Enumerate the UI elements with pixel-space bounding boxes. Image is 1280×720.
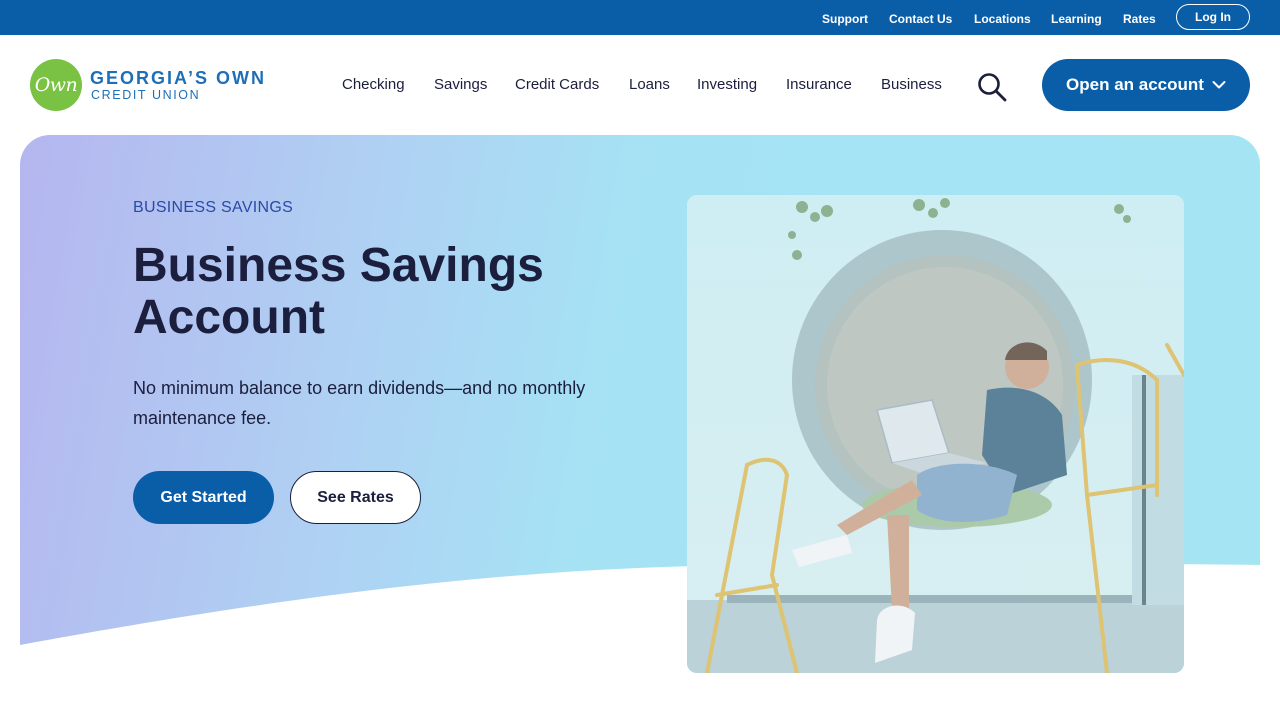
- get-started-button[interactable]: Get Started: [133, 471, 274, 524]
- hero-title: Business Savings Account: [133, 239, 544, 344]
- utility-link-locations[interactable]: Locations: [974, 12, 1031, 26]
- nav-business[interactable]: Business: [881, 76, 942, 93]
- chevron-down-icon: [1212, 81, 1226, 89]
- hero-eyebrow: BUSINESS SAVINGS: [133, 199, 294, 216]
- search-button[interactable]: [976, 71, 1008, 103]
- open-account-label: Open an account: [1066, 75, 1204, 94]
- utility-bar: Support Contact Us Locations Learning Ra…: [0, 0, 1280, 35]
- logo-name: GEORGIA’S OWN: [90, 68, 267, 88]
- logo-subtitle: CREDIT UNION: [91, 88, 201, 102]
- log-in-button[interactable]: Log In: [1176, 4, 1250, 30]
- hero-photo: [687, 195, 1184, 673]
- search-icon: [978, 73, 1007, 102]
- main-header: Own GEORGIA’S OWN CREDIT UNION Checking …: [0, 35, 1280, 135]
- nav-loans[interactable]: Loans: [629, 76, 670, 93]
- open-account-button[interactable]: Open an account: [1042, 59, 1250, 111]
- georgias-own-logo[interactable]: Own GEORGIA’S OWN CREDIT UNION: [30, 59, 280, 111]
- utility-link-contact-us[interactable]: Contact Us: [889, 12, 952, 26]
- nav-insurance[interactable]: Insurance: [786, 76, 852, 93]
- nav-savings[interactable]: Savings: [434, 76, 487, 93]
- hero-photo-illustration: [687, 195, 1184, 673]
- nav-credit-cards[interactable]: Credit Cards: [515, 76, 599, 93]
- utility-link-learning[interactable]: Learning: [1051, 12, 1102, 26]
- logo-mark-text: Own: [34, 74, 78, 96]
- utility-link-support[interactable]: Support: [822, 12, 868, 26]
- nav-checking[interactable]: Checking: [342, 76, 405, 93]
- logo-mark: Own: [30, 59, 82, 111]
- utility-link-rates[interactable]: Rates: [1123, 12, 1156, 26]
- hero-description: No minimum balance to earn dividends—and…: [133, 378, 586, 428]
- nav-investing[interactable]: Investing: [697, 76, 757, 93]
- see-rates-button[interactable]: See Rates: [290, 471, 421, 524]
